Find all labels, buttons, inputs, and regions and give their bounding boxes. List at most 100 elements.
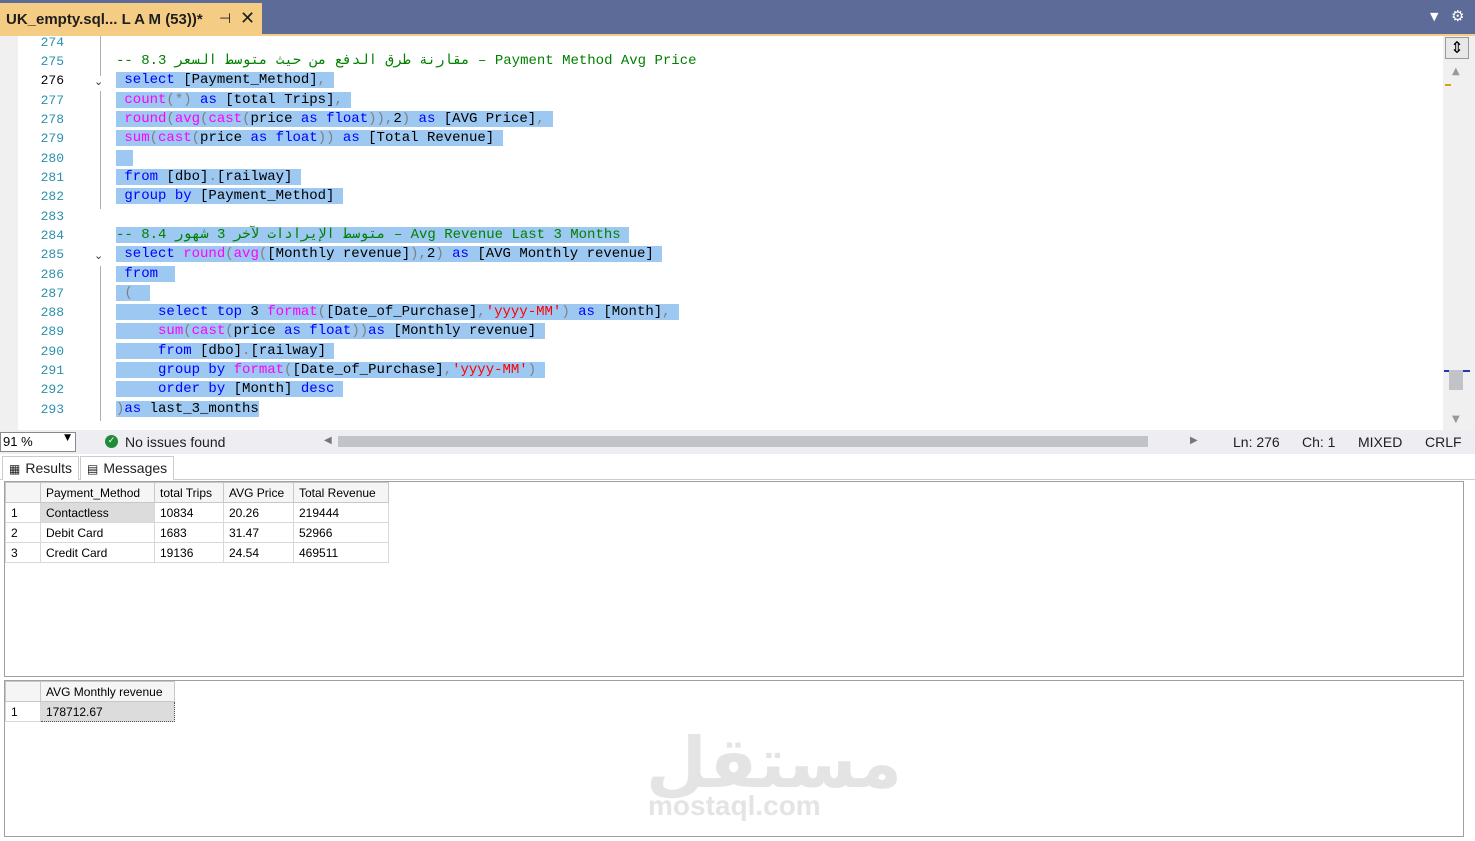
line-number: 286 bbox=[40, 267, 64, 282]
row-number[interactable]: 3 bbox=[5, 542, 41, 563]
line-number: 288 bbox=[40, 305, 64, 320]
code-line-277: count(*) as [total Trips], bbox=[116, 91, 352, 110]
row-number[interactable]: 1 bbox=[5, 502, 41, 523]
document-tab[interactable]: UK_empty.sql... L A M (53))* ⊣ ✕ bbox=[0, 3, 262, 34]
collapse-chevron-icon[interactable]: ⌄ bbox=[94, 249, 106, 262]
zoom-value: 91 % bbox=[3, 434, 33, 449]
scrollbar-thumb[interactable] bbox=[1449, 370, 1463, 390]
line-number: 274 bbox=[40, 36, 64, 50]
fold-guide-line bbox=[100, 266, 101, 421]
fold-guide-line bbox=[100, 36, 101, 76]
table-row[interactable]: 1 178712.67 bbox=[5, 701, 175, 722]
line-number: 277 bbox=[40, 93, 64, 108]
scroll-right-arrow-icon[interactable]: ▶ bbox=[1190, 435, 1198, 446]
code-line-292: order by [Month] desc bbox=[116, 380, 343, 399]
table-cell[interactable]: 24.54 bbox=[223, 542, 294, 563]
line-number: 283 bbox=[40, 209, 64, 224]
results-table-2: AVG Monthly revenue 1 178712.67 bbox=[5, 681, 175, 722]
results-tab-bar: ▦ Results ▤ Messages bbox=[0, 454, 1475, 480]
line-number: 289 bbox=[40, 324, 64, 339]
tab-results[interactable]: ▦ Results bbox=[2, 456, 80, 480]
row-header-corner[interactable] bbox=[5, 681, 41, 702]
table-cell[interactable]: 31.47 bbox=[223, 522, 294, 543]
line-indicator: Ln: 276 bbox=[1233, 434, 1280, 450]
table-cell[interactable]: Debit Card bbox=[40, 522, 155, 543]
tab-list-dropdown-icon[interactable]: ▼ bbox=[1430, 10, 1438, 23]
messages-icon: ▤ bbox=[87, 462, 99, 476]
column-header[interactable]: Payment_Method bbox=[40, 482, 155, 503]
scroll-down-arrow-icon[interactable]: ▼ bbox=[1452, 414, 1460, 425]
fold-guide-line bbox=[100, 91, 101, 209]
tab-messages[interactable]: ▤ Messages bbox=[80, 456, 175, 480]
code-line-275: -- 8.3 مقارنة طرق الدفع من حيث متوسط الس… bbox=[116, 53, 697, 69]
code-line-285: select round(avg([Monthly revenue]),2) a… bbox=[116, 245, 663, 264]
tab-title: UK_empty.sql... L A M (53))* bbox=[6, 11, 203, 28]
column-header[interactable]: Total Revenue bbox=[293, 482, 389, 503]
column-header[interactable]: AVG Price bbox=[223, 482, 294, 503]
line-number: 287 bbox=[40, 286, 64, 301]
column-header[interactable]: total Trips bbox=[154, 482, 224, 503]
horizontal-scrollbar-thumb[interactable] bbox=[338, 436, 1148, 447]
line-number: 293 bbox=[40, 402, 64, 417]
table-row[interactable]: 3 Credit Card 19136 24.54 469511 bbox=[5, 542, 389, 563]
code-line-291: group by format([Date_of_Purchase],'yyyy… bbox=[116, 361, 545, 380]
line-number: 291 bbox=[40, 363, 64, 378]
code-line-288: select top 3 format([Date_of_Purchase],'… bbox=[116, 303, 679, 322]
grid-icon: ▦ bbox=[9, 462, 21, 476]
query-editor[interactable]: 274 275 276 277 278 279 280 281 282 283 284 285 286 2… bbox=[0, 36, 1443, 430]
line-number: 279 bbox=[40, 131, 64, 146]
table-cell[interactable]: 20.26 bbox=[223, 502, 294, 523]
chevron-down-icon: ▼ bbox=[64, 433, 71, 443]
line-number: 280 bbox=[40, 151, 64, 166]
table-row[interactable]: 2 Debit Card 1683 31.47 52966 bbox=[5, 522, 389, 543]
column-indicator: Ch: 1 bbox=[1302, 434, 1336, 450]
table-row[interactable]: 1 Contactless 10834 20.26 219444 bbox=[5, 502, 389, 523]
line-ending-indicator[interactable]: CRLF bbox=[1425, 434, 1462, 450]
line-number: 278 bbox=[40, 112, 64, 127]
table-cell[interactable]: 10834 bbox=[154, 502, 224, 523]
line-number: 275 bbox=[40, 54, 64, 69]
table-cell[interactable]: 1683 bbox=[154, 522, 224, 543]
results-table-1: Payment_Method total Trips AVG Price Tot… bbox=[5, 482, 389, 563]
table-cell[interactable]: Credit Card bbox=[40, 542, 155, 563]
editor-status-bar: 91 % ▼ ✓ No issues found ◀ ▶ Ln: 276 Ch: … bbox=[0, 430, 1475, 454]
gear-icon[interactable]: ⚙ bbox=[1451, 7, 1464, 25]
tabs-mode-indicator[interactable]: MIXED bbox=[1358, 434, 1402, 450]
issues-status[interactable]: No issues found bbox=[125, 434, 225, 450]
line-number: 276 bbox=[40, 73, 64, 88]
table-cell[interactable]: 19136 bbox=[154, 542, 224, 563]
pin-icon[interactable]: ⊣ bbox=[219, 11, 231, 27]
code-line-282: group by [Payment_Method] bbox=[116, 187, 343, 206]
code-line-293: )as last_3_months bbox=[116, 401, 259, 417]
zoom-dropdown[interactable]: 91 % ▼ bbox=[0, 432, 76, 452]
change-marker bbox=[1445, 84, 1451, 86]
table-cell[interactable]: Contactless bbox=[40, 502, 155, 523]
table-cell[interactable]: 219444 bbox=[293, 502, 389, 523]
line-number: 292 bbox=[40, 382, 64, 397]
code-line-280 bbox=[116, 149, 133, 168]
scroll-left-arrow-icon[interactable]: ◀ bbox=[324, 435, 332, 446]
line-number: 281 bbox=[40, 170, 64, 185]
code-line-279: sum(cast(price as float)) as [Total Reve… bbox=[116, 129, 503, 148]
document-tab-bar: UK_empty.sql... L A M (53))* ⊣ ✕ ▼ ⚙ bbox=[0, 0, 1475, 34]
line-number: 285 bbox=[40, 247, 64, 262]
line-number: 284 bbox=[40, 228, 64, 243]
table-cell[interactable]: 52966 bbox=[293, 522, 389, 543]
collapse-chevron-icon[interactable]: ⌄ bbox=[94, 75, 106, 88]
code-line-281: from [dbo].[railway] bbox=[116, 168, 301, 187]
vertical-scrollbar[interactable]: ⇕ ▲ ▼ bbox=[1443, 36, 1475, 430]
code-line-289: sum(cast(price as float))as [Monthly rev… bbox=[116, 322, 545, 341]
results-grid-1: Payment_Method total Trips AVG Price Tot… bbox=[4, 481, 1464, 677]
row-number[interactable]: 2 bbox=[5, 522, 41, 543]
code-line-287: ( bbox=[116, 284, 150, 303]
watermark-text: mostaql.com bbox=[648, 790, 821, 821]
table-cell[interactable]: 178712.67 bbox=[40, 701, 175, 722]
row-number[interactable]: 1 bbox=[5, 701, 41, 722]
column-header[interactable]: AVG Monthly revenue bbox=[40, 681, 175, 702]
scroll-up-arrow-icon[interactable]: ▲ bbox=[1452, 66, 1460, 77]
split-view-button[interactable]: ⇕ bbox=[1445, 37, 1469, 59]
table-cell[interactable]: 469511 bbox=[293, 542, 389, 563]
row-header-corner[interactable] bbox=[5, 482, 41, 503]
close-icon[interactable]: ✕ bbox=[240, 8, 255, 29]
check-circle-icon: ✓ bbox=[105, 435, 118, 448]
